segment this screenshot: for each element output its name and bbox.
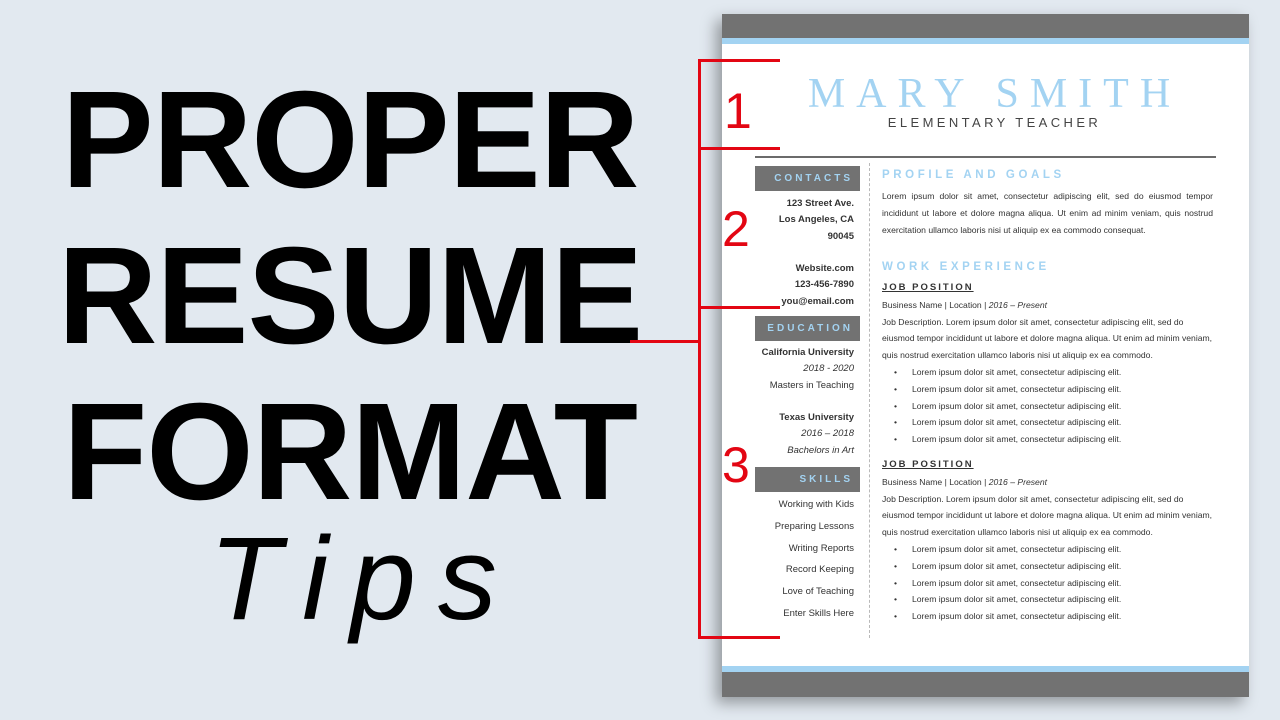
education-degree: Bachelors in Art [787,444,854,456]
job-bullets: Lorem ipsum dolor sit amet, consectetur … [882,541,1217,625]
job-company-location: Business Name | Location | [882,299,989,310]
job-entry: JOB POSITION Business Name | Location | … [882,457,1217,625]
skill-item: Preparing Lessons [774,520,854,532]
skills-list: Working with Kids Preparing Lessons Writ… [775,494,854,625]
contact-email: you@email.com [781,295,854,307]
job-bullet: Lorem ipsum dolor sit amet, consectetur … [894,558,1217,575]
job-dates: 2016 – Present [988,299,1047,310]
job-entry: JOB POSITION Business Name | Location | … [882,280,1217,448]
footer-gray-bar [722,672,1249,697]
address-line: 123 Street Ave. [786,198,854,209]
job-bullet: Lorem ipsum dolor sit amet, consectetur … [894,591,1217,608]
profile-heading: PROFILE AND GOALS [882,169,1065,181]
bracket-tick-top [698,59,780,62]
job-position: JOB POSITION [882,282,974,293]
address-line: 90045 [827,230,854,242]
column-divider [869,163,870,638]
profile-text: Lorem ipsum dolor sit amet, consectetur … [882,191,1213,235]
job-bullet: Lorem ipsum dolor sit amet, consectetur … [894,364,1217,381]
skill-item: Record Keeping [785,564,854,576]
education-school: California University [761,347,854,358]
skills-heading: SKILLS [755,467,860,492]
education-entry: California University 2018 - 2020 Master… [762,345,854,394]
header-gray-bar [722,14,1249,38]
education-degree: Masters in Teaching [769,379,854,391]
section-number-2: 2 [722,201,750,257]
job-bullet: Lorem ipsum dolor sit amet, consectetur … [894,575,1217,592]
skill-item: Love of Teaching [782,586,854,598]
job-position: JOB POSITION [882,459,974,470]
resume-page: MARY SMITH ELEMENTARY TEACHER CONTACTS 1… [722,14,1249,697]
education-entry: Texas University 2016 – 2018 Bachelors i… [779,410,854,459]
bracket-connector [630,340,700,343]
job-meta: Business Name | Location | 2016 – Presen… [882,297,1217,314]
headline-resume: RESUME [57,219,643,373]
job-dates: 2016 – Present [988,476,1047,487]
education-years: 2016 – 2018 [801,428,854,440]
education-years: 2018 - 2020 [803,363,854,375]
job-bullets: Lorem ipsum dolor sit amet, consectetur … [882,364,1217,448]
job-description: Job Description. Lorem ipsum dolor sit a… [882,493,1213,538]
headline-proper: PROPER [61,63,640,217]
section-number-3: 3 [722,437,750,493]
contact-website: Website.com [795,263,854,274]
headline-tips: Tips [209,513,519,645]
contact-details: Website.com 123-456-7890 you@email.com [781,261,854,310]
skill-item: Working with Kids [778,499,854,510]
contact-phone: 123-456-7890 [794,279,854,291]
job-company-location: Business Name | Location | [882,476,989,487]
education-school: Texas University [779,412,854,423]
job-bullet: Lorem ipsum dolor sit amet, consectetur … [894,414,1217,431]
bracket-tick-1 [698,147,780,150]
work-heading: WORK EXPERIENCE [882,261,1050,273]
contacts-heading: CONTACTS [755,166,860,191]
skill-item: Enter Skills Here [783,607,854,619]
resume-name: MARY SMITH [807,71,1182,117]
job-bullet: Lorem ipsum dolor sit amet, consectetur … [894,398,1217,415]
headline-format: FORMAT [63,375,638,529]
job-bullet: Lorem ipsum dolor sit amet, consectetur … [894,608,1217,625]
job-bullet: Lorem ipsum dolor sit amet, consectetur … [894,541,1217,558]
header-divider [755,156,1216,158]
education-heading: EDUCATION [755,316,860,341]
header-blue-strip [722,38,1249,44]
bracket-tick-2 [698,306,780,309]
address-line: Los Angeles, CA [778,214,854,226]
job-meta: Business Name | Location | 2016 – Presen… [882,474,1217,491]
skill-item: Writing Reports [788,542,854,554]
bracket-tick-bottom [698,636,780,639]
resume-job-title: ELEMENTARY TEACHER [887,115,1102,130]
job-bullet: Lorem ipsum dolor sit amet, consectetur … [894,381,1217,398]
section-bracket-line [698,59,701,639]
section-number-1: 1 [724,83,752,139]
contact-address: 123 Street Ave. Los Angeles, CA 90045 [779,196,854,245]
job-bullet: Lorem ipsum dolor sit amet, consectetur … [894,431,1217,448]
job-description: Job Description. Lorem ipsum dolor sit a… [882,316,1213,361]
